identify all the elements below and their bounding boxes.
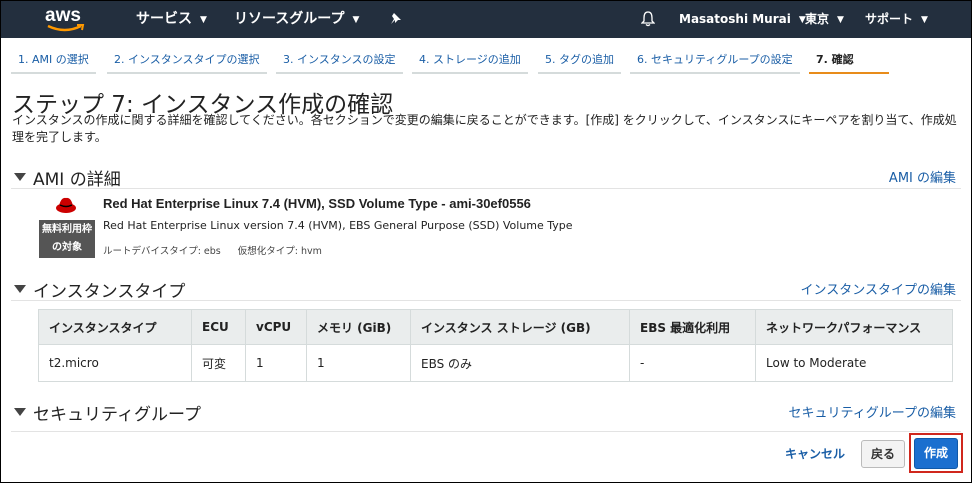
divider	[11, 300, 961, 301]
column-header: インスタンス ストレージ (GB)	[410, 309, 630, 345]
virtualization-type: 仮想化タイプ: hvm	[237, 246, 322, 257]
resource-groups-label: リソースグループ	[234, 11, 345, 27]
ami-metadata: ルートデバイスタイプ: ebs 仮想化タイプ: hvm	[103, 243, 336, 257]
step-add-tags[interactable]: 5. タグの追加	[538, 47, 621, 74]
security-group-title: セキュリティグループ	[33, 405, 201, 425]
user-name: Masatoshi Murai	[679, 12, 791, 26]
step-choose-ami[interactable]: 1. AMI の選択	[11, 47, 96, 74]
edit-security-group-link[interactable]: セキュリティグループの編集	[789, 402, 956, 421]
region-label: 東京	[805, 12, 830, 26]
chevron-down-icon: ▼	[837, 15, 844, 25]
page-description: インスタンスの作成に関する詳細を確認してください。各セクションで変更の編集に戻る…	[12, 113, 957, 144]
edit-ami-link[interactable]: AMI の編集	[889, 167, 956, 186]
free-tier-line1: 無料利用枠	[42, 224, 92, 235]
support-menu[interactable]: サポート ▼	[865, 1, 928, 38]
column-header: EBS 最適化利用	[629, 309, 756, 345]
chevron-down-icon: ▼	[921, 15, 928, 25]
top-navigation-bar: aws サービス ▼ リソースグループ ▼ Masatoshi Murai ▼ 東京 ▼…	[1, 1, 971, 38]
step-configure-instance[interactable]: 3. インスタンスの設定	[276, 47, 403, 74]
chevron-down-icon: ▼	[352, 15, 360, 25]
cancel-link[interactable]: キャンセル	[785, 445, 845, 462]
step-configure-security-group[interactable]: 6. セキュリティグループの設定	[630, 47, 800, 74]
table-cell: 可変	[191, 344, 246, 382]
ami-name: Red Hat Enterprise Linux 7.4 (HVM), SSD …	[103, 196, 531, 211]
table-cell: 1	[245, 344, 307, 382]
table-cell: -	[629, 344, 756, 382]
bell-icon	[641, 11, 655, 27]
ami-description: Red Hat Enterprise Linux version 7.4 (HV…	[103, 219, 573, 232]
instance-type-title: インスタンスタイプ	[33, 282, 186, 302]
step-review[interactable]: 7. 確認	[809, 47, 889, 74]
support-label: サポート	[865, 12, 914, 26]
column-header: ECU	[191, 309, 246, 345]
caret-down-icon	[14, 408, 26, 416]
table-cell: EBS のみ	[410, 344, 630, 382]
pin-icon	[391, 13, 401, 24]
edit-instance-type-link[interactable]: インスタンスタイプの編集	[801, 279, 956, 298]
table-cell: t2.micro	[38, 344, 192, 382]
ami-details-title: AMI の詳細	[33, 170, 121, 190]
column-header: インスタンスタイプ	[38, 309, 192, 345]
services-label: サービス	[136, 11, 192, 27]
aws-logo[interactable]: aws	[45, 5, 89, 35]
table-cell: 1	[306, 344, 411, 382]
services-menu[interactable]: サービス ▼	[136, 1, 207, 38]
chevron-down-icon: ▼	[200, 15, 207, 25]
footer-divider	[11, 431, 961, 432]
aws-smile-icon	[47, 24, 85, 32]
table-row: t2.micro 可変 1 1 EBS のみ - Low to Moderate	[38, 344, 953, 382]
free-tier-badge: 無料利用枠 の対象	[39, 220, 95, 258]
column-header: ネットワークパフォーマンス	[755, 309, 953, 345]
back-button[interactable]: 戻る	[861, 440, 905, 468]
column-header: vCPU	[245, 309, 307, 345]
resource-groups-menu[interactable]: リソースグループ ▼	[234, 1, 359, 38]
table-header-row: インスタンスタイプ ECU vCPU メモリ (GiB) インスタンス ストレー…	[38, 309, 953, 345]
step-add-storage[interactable]: 4. ストレージの追加	[412, 47, 528, 74]
free-tier-line2: の対象	[52, 242, 82, 253]
region-menu[interactable]: 東京 ▼	[805, 1, 844, 38]
root-device-type: ルートデバイスタイプ: ebs	[103, 246, 221, 257]
create-button[interactable]: 作成	[914, 438, 958, 469]
notifications-button[interactable]	[639, 1, 659, 38]
pin-button[interactable]	[387, 1, 407, 38]
security-group-section-header[interactable]: セキュリティグループ セキュリティグループの編集	[11, 400, 956, 426]
column-header: メモリ (GiB)	[306, 309, 411, 345]
divider	[11, 188, 961, 189]
caret-down-icon	[14, 173, 26, 181]
caret-down-icon	[14, 285, 26, 293]
redhat-logo-icon	[56, 197, 76, 213]
instance-type-table: インスタンスタイプ ECU vCPU メモリ (GiB) インスタンス ストレー…	[38, 309, 953, 382]
step-choose-instance-type[interactable]: 2. インスタンスタイプの選択	[107, 47, 267, 74]
account-menu[interactable]: Masatoshi Murai ▼	[679, 1, 806, 38]
table-cell: Low to Moderate	[755, 344, 953, 382]
